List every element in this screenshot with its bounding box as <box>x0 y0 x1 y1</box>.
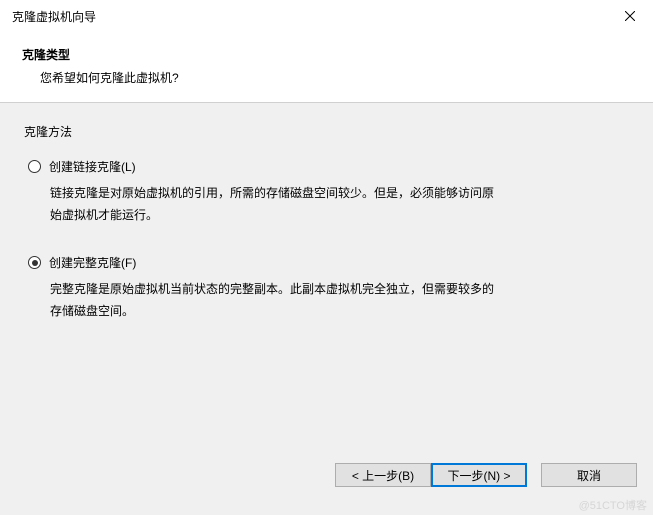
cancel-button[interactable]: 取消 <box>541 463 637 487</box>
radio-icon <box>28 256 41 269</box>
clone-method-radio-group: 创建链接克隆(L) 链接克隆是对原始虚拟机的引用，所需的存储磁盘空间较少。但是，… <box>24 158 629 322</box>
window-title: 克隆虚拟机向导 <box>12 8 96 25</box>
radio-option-linked-clone[interactable]: 创建链接克隆(L) 链接克隆是对原始虚拟机的引用，所需的存储磁盘空间较少。但是，… <box>28 158 629 226</box>
clone-method-label: 克隆方法 <box>24 123 629 140</box>
radio-option-full-clone[interactable]: 创建完整克隆(F) 完整克隆是原始虚拟机当前状态的完整副本。此副本虚拟机完全独立… <box>28 254 629 322</box>
radio-description: 完整克隆是原始虚拟机当前状态的完整副本。此副本虚拟机完全独立，但需要较多的存储磁… <box>28 279 498 322</box>
next-button[interactable]: 下一步(N) > <box>431 463 527 487</box>
titlebar: 克隆虚拟机向导 <box>0 0 653 32</box>
radio-label: 创建链接克隆(L) <box>49 158 136 175</box>
radio-label: 创建完整克隆(F) <box>49 254 136 271</box>
close-icon <box>625 11 635 21</box>
radio-icon <box>28 160 41 173</box>
radio-description: 链接克隆是对原始虚拟机的引用，所需的存储磁盘空间较少。但是，必须能够访问原始虚拟… <box>28 183 498 226</box>
page-title: 克隆类型 <box>22 46 643 63</box>
button-bar: < 上一步(B) 下一步(N) > 取消 <box>0 453 653 515</box>
content-area: 克隆方法 创建链接克隆(L) 链接克隆是对原始虚拟机的引用，所需的存储磁盘空间较… <box>0 103 653 463</box>
back-button[interactable]: < 上一步(B) <box>335 463 431 487</box>
wizard-header: 克隆类型 您希望如何克隆此虚拟机? <box>0 32 653 103</box>
close-button[interactable] <box>607 0 653 32</box>
page-subtitle: 您希望如何克隆此虚拟机? <box>22 69 643 86</box>
